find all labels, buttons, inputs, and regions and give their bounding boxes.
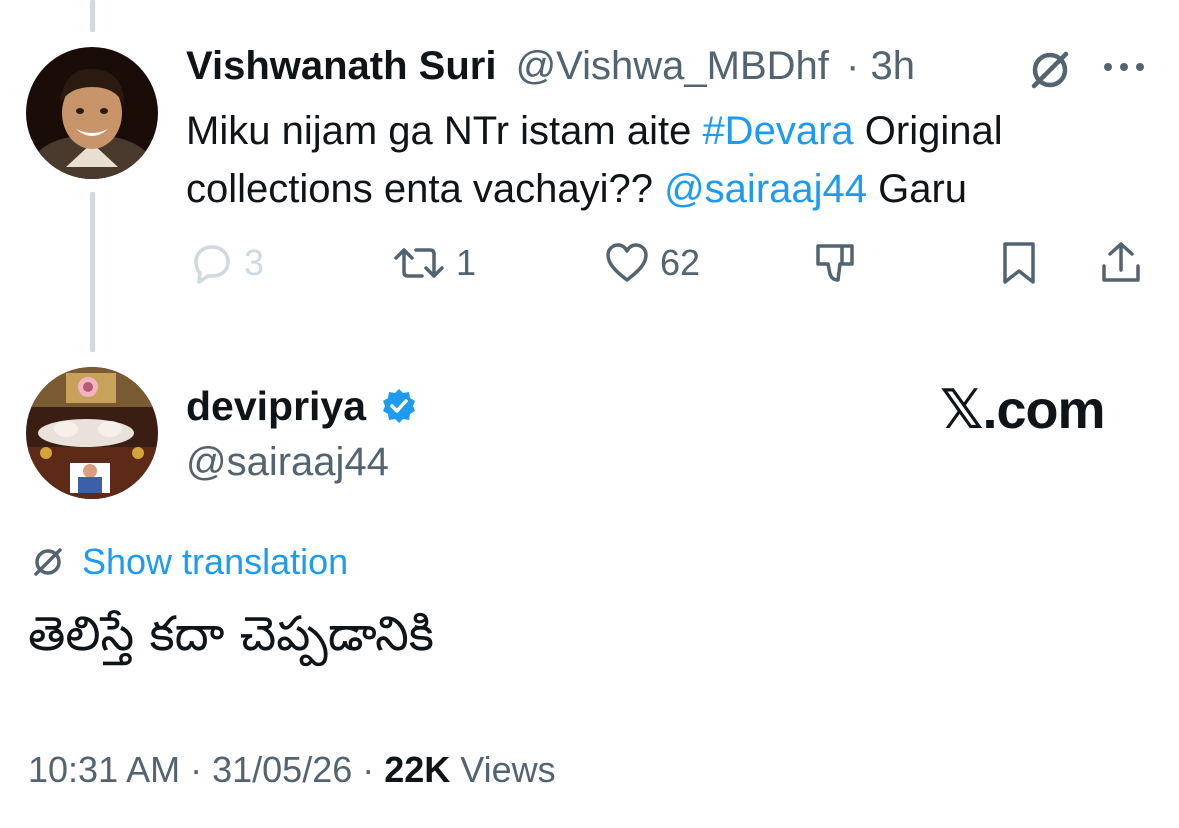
more-icon[interactable] [1100, 52, 1148, 82]
reply-text-part: Garu [867, 167, 968, 211]
main-tweet-text: తెలిస్తే కదా చెప్పడానికి [28, 606, 434, 662]
meta-separator: · [180, 749, 213, 790]
grok-icon[interactable] [1024, 44, 1076, 96]
avatar-reply-author[interactable] [26, 47, 158, 179]
avatar-main-author[interactable] [26, 367, 158, 499]
x-com-watermark: 𝕏.com [940, 380, 1106, 440]
bookmark-icon [1003, 242, 1035, 284]
reply-author-handle[interactable]: @Vishwa_MBDhf [516, 44, 829, 88]
tweet-date[interactable]: 31/05/26 [212, 749, 352, 790]
reply-text: Miku nijam ga NTr istam aite #Devara Ori… [186, 102, 1146, 218]
reply-icon [194, 245, 230, 284]
tweet-meta: 10:31 AM · 31/05/26 · 22K Views [28, 744, 556, 796]
bookmark-button[interactable] [996, 238, 1042, 288]
show-translation-label: Show translation [82, 541, 349, 582]
reply-count: 3 [244, 242, 265, 283]
reply-text-part: Miku nijam ga NTr istam aite [186, 109, 703, 153]
dislike-button[interactable] [812, 238, 858, 288]
show-translation-button[interactable]: Show translation [28, 538, 348, 586]
thread-line-top [90, 0, 95, 32]
reply-button[interactable]: 3 [188, 238, 264, 288]
mention-link[interactable]: @sairaaj44 [664, 167, 867, 211]
hashtag-link[interactable]: #Devara [702, 109, 853, 153]
main-author-name-row: devipriya [186, 380, 418, 432]
like-count: 62 [660, 242, 701, 283]
thread-line [90, 192, 95, 352]
repost-icon [394, 248, 444, 278]
dislike-icon [816, 244, 854, 282]
main-author-handle[interactable]: @sairaaj44 [186, 436, 389, 488]
main-author-name[interactable]: devipriya [186, 380, 366, 432]
grok-icon [34, 548, 62, 576]
verified-badge-icon [383, 389, 416, 423]
reply-author-name[interactable]: Vishwanath Suri [186, 44, 496, 88]
separator-dot: · [846, 44, 860, 88]
share-icon [1102, 242, 1140, 282]
like-icon [606, 243, 648, 282]
views-label: Views [450, 749, 556, 790]
repost-button[interactable]: 1 [392, 238, 476, 288]
tweet-time[interactable]: 10:31 AM [28, 749, 180, 790]
reply-time[interactable]: 3h [870, 44, 915, 88]
like-button[interactable]: 62 [604, 238, 700, 288]
views-count[interactable]: 22K [384, 749, 450, 790]
meta-separator: · [352, 749, 385, 790]
repost-count: 1 [456, 242, 477, 283]
share-button[interactable] [1098, 238, 1144, 288]
reply-header: Vishwanath Suri @Vishwa_MBDhf · 3h [186, 40, 915, 92]
